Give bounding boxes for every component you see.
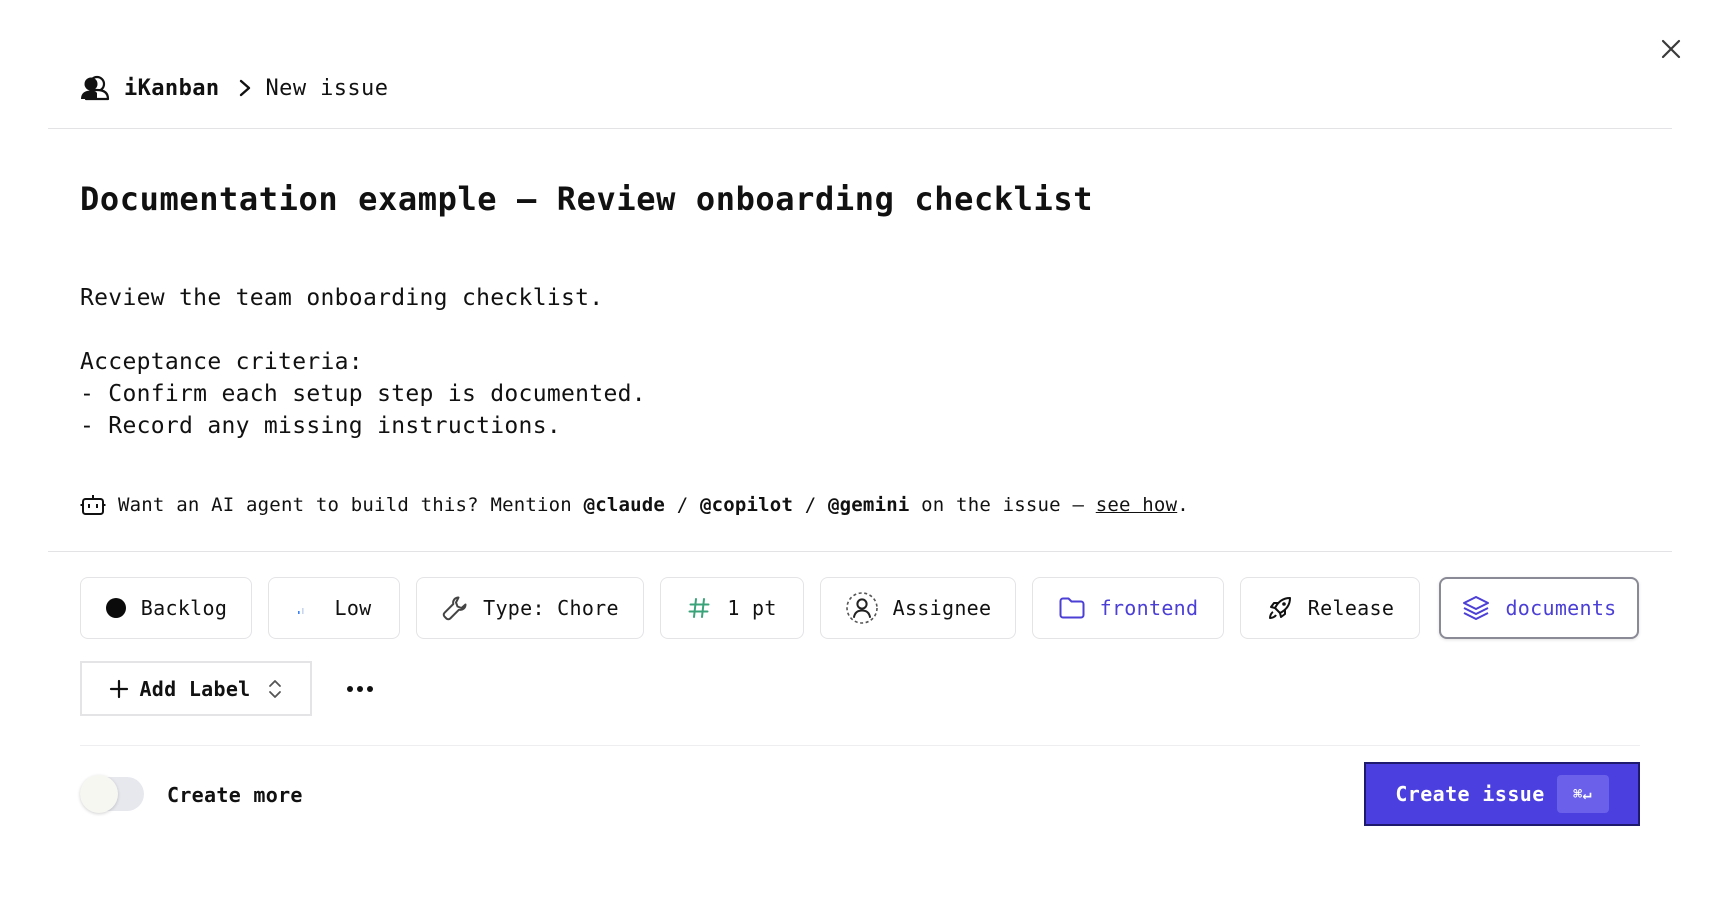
mention-gemini: @gemini xyxy=(828,494,910,516)
header-divider xyxy=(48,128,1672,129)
ai-hint-suffix: . xyxy=(1177,494,1189,516)
issue-description-input[interactable]: Review the team onboarding checklist. Ac… xyxy=(80,282,646,442)
wrench-icon xyxy=(441,594,469,622)
label-name: documents xyxy=(1505,596,1617,620)
status-chip[interactable]: Backlog xyxy=(80,577,252,639)
chevron-updown-icon xyxy=(267,678,283,700)
properties-divider xyxy=(48,551,1672,552)
type-chip[interactable]: Type: Chore xyxy=(416,577,644,639)
release-chip[interactable]: Release xyxy=(1240,577,1420,639)
create-more-label: Create more xyxy=(167,783,303,807)
ai-hint-separator: / xyxy=(676,494,689,516)
keyboard-shortcut-badge: ⌘↵ xyxy=(1556,775,1609,813)
plus-icon xyxy=(109,679,129,699)
label-chip[interactable]: documents xyxy=(1439,577,1639,639)
breadcrumb-project[interactable]: iKanban xyxy=(124,76,220,101)
see-how-link[interactable]: see how xyxy=(1096,494,1177,516)
footer-divider xyxy=(80,745,1640,746)
estimate-label: 1 pt xyxy=(727,596,777,620)
create-issue-label: Create issue xyxy=(1395,782,1545,806)
more-options-button[interactable] xyxy=(340,672,380,706)
mention-claude: @claude xyxy=(583,494,666,516)
layers-icon xyxy=(1461,594,1491,622)
ai-agent-hint: Want an AI agent to build this? Mention … xyxy=(80,490,1189,520)
breadcrumb-current: New issue xyxy=(265,75,389,101)
ai-hint-middle: on the issue — xyxy=(921,494,1085,516)
rocket-icon xyxy=(1266,594,1294,622)
chevron-right-icon xyxy=(238,78,252,98)
folder-icon xyxy=(1058,596,1086,620)
issue-title-input[interactable]: Documentation example — Review onboardin… xyxy=(80,180,1093,218)
create-issue-button[interactable]: Create issue ⌘↵ xyxy=(1364,762,1640,826)
signal-bars-icon xyxy=(296,600,310,616)
add-label-text: Add Label xyxy=(139,676,251,701)
project-chip[interactable]: frontend xyxy=(1032,577,1224,639)
close-button[interactable] xyxy=(1656,34,1686,64)
mention-copilot: @copilot xyxy=(699,494,794,516)
close-icon xyxy=(1661,39,1681,59)
priority-chip[interactable]: Low xyxy=(268,577,400,639)
ai-hint-separator: / xyxy=(804,494,817,516)
hash-icon xyxy=(687,596,711,620)
estimate-chip[interactable]: 1 pt xyxy=(660,577,804,639)
ai-hint-prefix: Want an AI agent to build this? Mention xyxy=(118,494,572,516)
users-icon xyxy=(80,75,110,101)
release-label: Release xyxy=(1307,596,1395,620)
user-circle-icon xyxy=(845,591,879,625)
toggle-knob xyxy=(80,775,118,813)
project-label: frontend xyxy=(1099,596,1199,620)
robot-icon xyxy=(80,493,106,517)
type-label: Type: Chore xyxy=(483,596,619,620)
circle-filled-icon xyxy=(105,597,127,619)
assignee-label: Assignee xyxy=(892,596,992,620)
more-dots-icon xyxy=(347,686,373,692)
assignee-chip[interactable]: Assignee xyxy=(820,577,1016,639)
add-label-button[interactable]: Add Label xyxy=(80,661,312,716)
create-more-toggle[interactable] xyxy=(80,775,144,813)
breadcrumb: iKanban New issue xyxy=(80,70,388,106)
new-issue-modal: iKanban New issue Documentation example … xyxy=(0,0,1720,898)
status-label: Backlog xyxy=(140,596,228,620)
priority-label: Low xyxy=(334,596,372,620)
